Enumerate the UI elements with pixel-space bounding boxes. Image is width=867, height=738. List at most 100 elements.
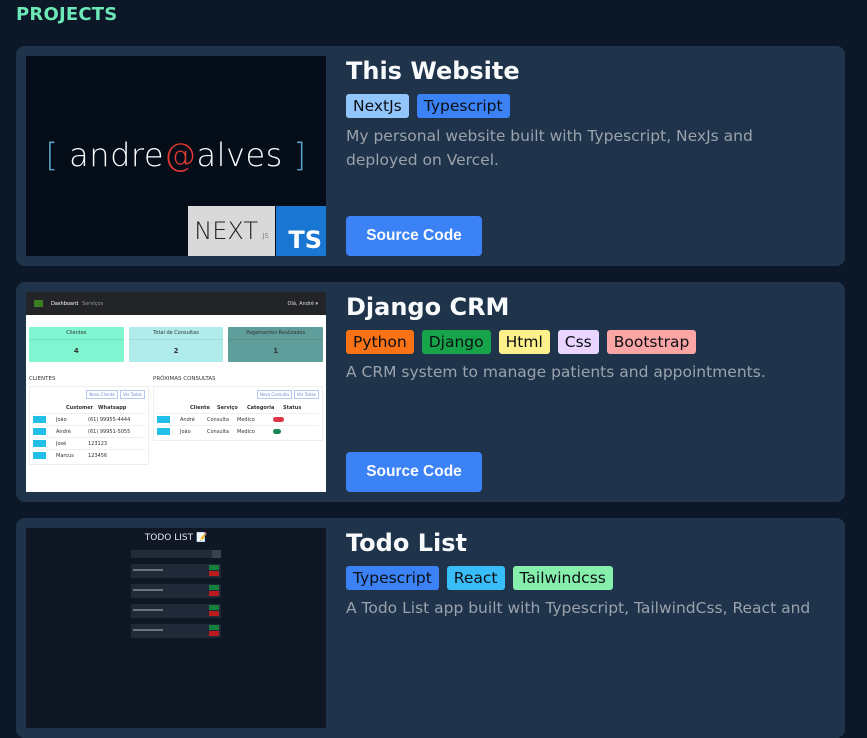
crm-appointments-box: Nova Consulta Ver Todas Cliente Serviço … (153, 386, 323, 441)
client-phone: 123456 (88, 452, 108, 459)
done-badge (209, 605, 219, 610)
col-category: Categoria (247, 404, 275, 411)
details-badge (33, 428, 46, 435)
crm-clients-box: Novo Cliente Ver Todos Customer Whatsapp… (29, 386, 149, 465)
crm-client-row: João (61) 99955-4444 (33, 413, 145, 425)
crm-appointments-header: Cliente Serviço Categoria Status (157, 402, 319, 413)
todo-item (131, 584, 221, 598)
project-title: Todo List (346, 529, 467, 557)
stat-value: 4 (73, 347, 79, 355)
crm-navbar: Dashboard Serviços Olá, André ▾ (26, 292, 326, 315)
crm-appointments-title: PRÓXIMAS CONSULTAS (153, 376, 216, 382)
crm-clients-list: CLIENTES Novo Cliente Ver Todos Customer… (29, 376, 149, 465)
todo-add-button (212, 550, 221, 558)
done-badge (209, 565, 219, 570)
tag-list: Python Django Html Css Bootstrap (346, 330, 829, 354)
tag-python: Python (346, 330, 414, 354)
details-badge (157, 416, 170, 423)
crm-stat-payments: Pagamentos Realizados 1 (228, 327, 324, 362)
client-phone: (61) 99955-4444 (88, 416, 131, 423)
stat-value: 1 (273, 347, 279, 355)
delete-badge (209, 611, 219, 616)
project-thumbnail: [ andre@alves ] NEXT .JS TS (26, 56, 326, 256)
client-phone: 123123 (88, 440, 108, 447)
project-info: This Website NextJs Typescript My person… (346, 54, 829, 172)
tag-list: NextJs Typescript (346, 94, 829, 118)
crm-client-row: José 123123 (33, 437, 145, 449)
client-phone: (61) 99951-5055 (88, 428, 131, 435)
crm-client-row: André (61) 99951-5055 (33, 425, 145, 437)
crm-client-row: Marcus 123456 (33, 449, 145, 461)
crm-appointment-row: João Consulta Medico (157, 425, 319, 437)
client-name: André (56, 428, 71, 435)
stat-label: Pagamentos Realizados (228, 327, 324, 340)
section-title: PROJECTS (16, 4, 118, 25)
crm-new-appointment: Nova Consulta (256, 390, 292, 399)
details-badge (33, 440, 46, 447)
source-code-button[interactable]: Source Code (346, 452, 482, 492)
client-name: Marcus (56, 452, 74, 459)
crm-logo-icon (34, 300, 43, 307)
tag-typescript: Typescript (346, 566, 439, 590)
col-whatsapp: Whatsapp (98, 404, 127, 411)
client-name: José (56, 440, 67, 447)
project-info: Todo List Typescript React Tailwindcss A… (346, 526, 829, 620)
project-card-this-website: [ andre@alves ] NEXT .JS TS This Website … (16, 46, 845, 266)
crm-clients-actions: Novo Cliente Ver Todos (33, 390, 145, 399)
status-pill-pending (273, 417, 284, 422)
todo-item (131, 624, 221, 638)
delete-badge (209, 571, 219, 576)
crm-stat-clients: Clientes 4 (29, 327, 124, 362)
logo-bracket-open: [ (45, 136, 59, 174)
tag-nextjs: NextJs (346, 94, 409, 118)
client-name: João (56, 416, 67, 423)
tag-list: Typescript React Tailwindcss (346, 566, 829, 590)
done-badge (209, 585, 219, 590)
source-code-button[interactable]: Source Code (346, 216, 482, 256)
project-card-django-crm: Dashboard Serviços Olá, André ▾ Clientes… (16, 282, 845, 502)
details-badge (33, 452, 46, 459)
crm-nav-dashboard: Dashboard (51, 300, 79, 307)
logo-name-second: alves (196, 136, 283, 174)
crm-lists: CLIENTES Novo Cliente Ver Todos Customer… (26, 362, 326, 465)
appointment-service: Consulta (207, 416, 229, 423)
andre-alves-logo: [ andre@alves ] (26, 136, 326, 174)
appointment-client: André (180, 416, 195, 423)
crm-new-client: Novo Cliente (86, 390, 118, 399)
tag-typescript: Typescript (416, 94, 510, 118)
project-description: A Todo List app built with Typescript, T… (346, 599, 811, 617)
logo-name-first: andre (69, 136, 165, 174)
project-info: Django CRM Python Django Html Css Bootst… (346, 290, 829, 384)
done-badge (209, 625, 219, 630)
appointment-category: Medico (237, 416, 255, 423)
appointment-service: Consulta (207, 428, 229, 435)
tag-react: React (446, 566, 505, 590)
tag-bootstrap: Bootstrap (606, 330, 697, 354)
col-service: Serviço (217, 404, 238, 411)
logo-bracket-close: ] (293, 136, 307, 174)
crm-see-all-appointments: Ver Todas (293, 390, 319, 399)
project-description: My personal website built with Typescrip… (346, 127, 753, 169)
crm-nav-services: Serviços (82, 300, 104, 307)
project-card-todo-list: TODO LIST 📝 Todo List Typescript React T… (16, 518, 845, 738)
crm-stats: Clientes 4 Total de Consultas 2 Pagament… (26, 315, 326, 362)
project-description: A CRM system to manage patients and appo… (346, 363, 766, 381)
tag-html: Html (498, 330, 550, 354)
stat-value: 2 (173, 347, 179, 355)
stat-label: Clientes (29, 327, 124, 340)
tag-django: Django (421, 330, 491, 354)
stat-label: Total de Consultas (128, 327, 224, 340)
delete-badge (209, 591, 219, 596)
typescript-logo: TS (276, 206, 326, 256)
details-badge (157, 428, 170, 435)
crm-clients-header: Customer Whatsapp (33, 402, 145, 413)
tag-css: Css (557, 330, 599, 354)
details-badge (33, 416, 46, 423)
crm-stat-appointments: Total de Consultas 2 (128, 327, 224, 362)
col-client: Cliente (190, 404, 210, 411)
todo-item (131, 564, 221, 578)
nextjs-logo-text: NEXT (194, 217, 259, 245)
crm-nav-user: Olá, André ▾ (287, 300, 318, 307)
appointment-client: João (180, 428, 191, 435)
status-pill-paid (273, 429, 281, 434)
